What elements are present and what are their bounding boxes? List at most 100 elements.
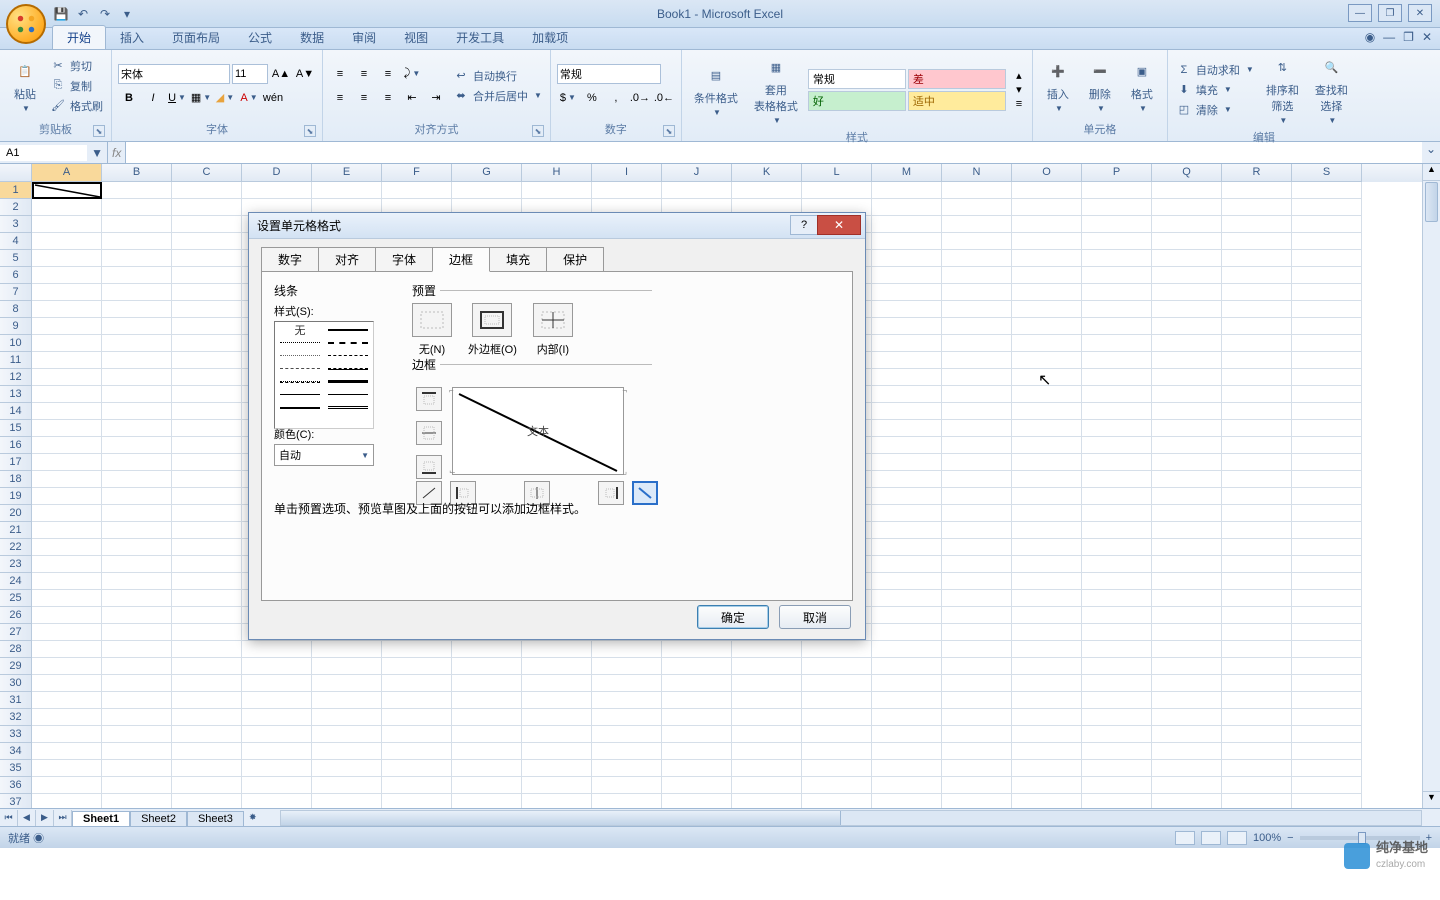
row-header-6[interactable]: 6 [0, 267, 32, 284]
cell-styles-gallery[interactable]: 常规 差 好 适中 [808, 69, 1006, 111]
h-scroll-thumb[interactable] [281, 811, 841, 825]
row-header-20[interactable]: 20 [0, 505, 32, 522]
accounting-format-icon[interactable]: $▼ [557, 88, 579, 108]
col-header-P[interactable]: P [1082, 164, 1152, 182]
qat-customize-icon[interactable]: ▾ [118, 5, 136, 23]
col-header-R[interactable]: R [1222, 164, 1292, 182]
row-header-11[interactable]: 11 [0, 352, 32, 369]
row-header-23[interactable]: 23 [0, 556, 32, 573]
row-header-25[interactable]: 25 [0, 590, 32, 607]
line-style-opt[interactable] [276, 349, 324, 362]
tab-page-layout[interactable]: 页面布局 [158, 26, 234, 49]
line-style-opt[interactable] [324, 349, 372, 362]
orientation-icon[interactable]: ⤸▼ [401, 64, 423, 84]
row-header-4[interactable]: 4 [0, 233, 32, 250]
phonetic-button[interactable]: wén [262, 88, 284, 108]
row-header-16[interactable]: 16 [0, 437, 32, 454]
row-header-24[interactable]: 24 [0, 573, 32, 590]
macro-record-icon[interactable]: ◉ [33, 833, 44, 845]
name-box-input[interactable] [0, 145, 87, 161]
dlg-tab-protect[interactable]: 保护 [546, 247, 604, 272]
col-header-S[interactable]: S [1292, 164, 1362, 182]
col-header-J[interactable]: J [662, 164, 732, 182]
sheet-first-icon[interactable]: ⏮ [0, 810, 18, 826]
scroll-up-icon[interactable]: ▲ [1423, 164, 1440, 181]
col-header-H[interactable]: H [522, 164, 592, 182]
help-icon[interactable]: ◉ [1365, 30, 1375, 44]
fill-button[interactable]: ⬇填充▼ [1174, 81, 1256, 99]
align-center-icon[interactable]: ≡ [353, 88, 375, 108]
row-header-5[interactable]: 5 [0, 250, 32, 267]
sheet-prev-icon[interactable]: ◀ [18, 810, 36, 826]
bold-button[interactable]: B [118, 88, 140, 108]
align-left-icon[interactable]: ≡ [329, 88, 351, 108]
gallery-up-icon[interactable]: ▴ [1012, 69, 1026, 82]
col-header-E[interactable]: E [312, 164, 382, 182]
row-header-27[interactable]: 27 [0, 624, 32, 641]
select-all-corner[interactable] [0, 164, 32, 182]
row-header-12[interactable]: 12 [0, 369, 32, 386]
line-style-opt[interactable] [324, 388, 372, 401]
save-icon[interactable]: 💾 [52, 5, 70, 23]
row-header-8[interactable]: 8 [0, 301, 32, 318]
active-cell-a1[interactable] [32, 182, 102, 199]
col-header-I[interactable]: I [592, 164, 662, 182]
minimize-button[interactable]: — [1348, 4, 1372, 22]
doc-restore-icon[interactable]: ❐ [1403, 30, 1414, 44]
increase-decimal-icon[interactable]: .0→ [629, 88, 651, 108]
line-color-combo[interactable]: 自动 ▼ [274, 444, 374, 466]
format-as-table-button[interactable]: ▦套用 表格格式▼ [748, 52, 804, 127]
line-style-opt[interactable] [324, 362, 372, 375]
align-middle-icon[interactable]: ≡ [353, 64, 375, 84]
row-header-9[interactable]: 9 [0, 318, 32, 335]
row-header-17[interactable]: 17 [0, 454, 32, 471]
sheet-tab-3[interactable]: Sheet3 [187, 811, 244, 826]
col-header-A[interactable]: A [32, 164, 102, 182]
style-good[interactable]: 好 [808, 91, 906, 111]
format-painter-button[interactable]: 🖌格式刷 [48, 97, 105, 115]
border-top-button[interactable] [416, 387, 442, 411]
increase-indent-icon[interactable]: ⇥ [425, 88, 447, 108]
line-style-opt[interactable] [324, 375, 372, 388]
border-right-button[interactable] [598, 481, 624, 505]
tab-review[interactable]: 审阅 [338, 26, 390, 49]
row-header-1[interactable]: 1 [0, 182, 32, 199]
col-header-C[interactable]: C [172, 164, 242, 182]
col-header-K[interactable]: K [732, 164, 802, 182]
scroll-down-icon[interactable]: ▼ [1423, 791, 1440, 808]
align-bottom-icon[interactable]: ≡ [377, 64, 399, 84]
page-break-view-icon[interactable] [1227, 831, 1247, 845]
line-style-opt[interactable] [276, 362, 324, 375]
paste-button[interactable]: 📋 粘贴 ▼ [6, 56, 44, 115]
scroll-thumb[interactable] [1425, 182, 1438, 222]
zoom-slider[interactable] [1300, 836, 1420, 840]
decrease-indent-icon[interactable]: ⇤ [401, 88, 423, 108]
row-header-13[interactable]: 13 [0, 386, 32, 403]
row-header-2[interactable]: 2 [0, 199, 32, 216]
dialog-launcher-icon[interactable]: ⬊ [532, 125, 544, 137]
percent-icon[interactable]: % [581, 88, 603, 108]
wrap-text-button[interactable]: ↩自动换行 [451, 67, 544, 85]
col-header-F[interactable]: F [382, 164, 452, 182]
gallery-down-icon[interactable]: ▾ [1012, 83, 1026, 96]
zoom-level[interactable]: 100% [1253, 832, 1281, 844]
dialog-launcher-icon[interactable]: ⬊ [663, 125, 675, 137]
row-header-21[interactable]: 21 [0, 522, 32, 539]
dlg-tab-border[interactable]: 边框 [432, 247, 490, 272]
row-header-18[interactable]: 18 [0, 471, 32, 488]
line-style-opt[interactable] [324, 401, 372, 414]
line-style-opt[interactable] [324, 336, 372, 349]
style-bad[interactable]: 差 [908, 69, 1006, 89]
tab-formulas[interactable]: 公式 [234, 26, 286, 49]
clear-button[interactable]: ◰清除▼ [1174, 101, 1256, 119]
dlg-tab-font[interactable]: 字体 [375, 247, 433, 272]
tab-insert[interactable]: 插入 [106, 26, 158, 49]
font-name-combo[interactable] [118, 64, 230, 84]
dialog-cancel-button[interactable]: 取消 [779, 605, 851, 629]
col-header-G[interactable]: G [452, 164, 522, 182]
line-style-opt[interactable] [276, 375, 324, 388]
normal-view-icon[interactable] [1175, 831, 1195, 845]
row-header-29[interactable]: 29 [0, 658, 32, 675]
col-header-O[interactable]: O [1012, 164, 1082, 182]
sheet-last-icon[interactable]: ⏭ [54, 810, 72, 826]
